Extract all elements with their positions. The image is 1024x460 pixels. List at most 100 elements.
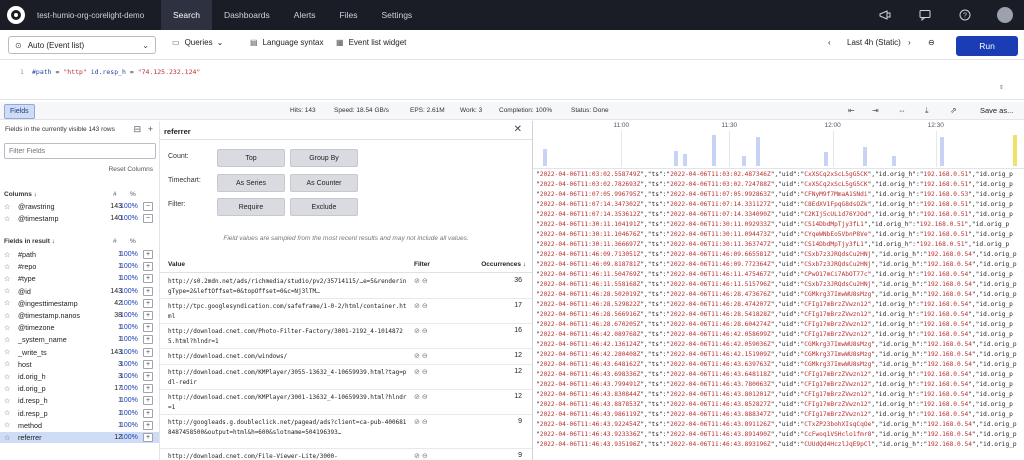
log-row[interactable]: "2022-04-06T11:46:43.986119Z","ts":"2022…: [536, 410, 1013, 420]
zoom-out-button[interactable]: ⊖: [928, 38, 935, 47]
include-icon[interactable]: ⊘: [414, 453, 420, 460]
include-icon[interactable]: ⊘: [414, 353, 420, 360]
exclude-icon[interactable]: ⊖: [422, 419, 428, 426]
field-row[interactable]: ☆ referrer 12 100% +: [0, 432, 159, 443]
star-icon[interactable]: ☆: [4, 215, 10, 223]
user-avatar[interactable]: [996, 6, 1014, 24]
star-icon[interactable]: ☆: [4, 385, 10, 393]
field-row[interactable]: ☆ @rawstring 143 100% −: [0, 201, 159, 212]
exclude-icon[interactable]: ⊖: [422, 453, 428, 460]
field-row[interactable]: ☆ _write_ts 143 100% +: [0, 347, 159, 358]
resize-handle-icon[interactable]: ⇕: [999, 82, 1004, 91]
log-row[interactable]: "2022-04-06T11:46:42.280408Z","ts":"2022…: [536, 350, 1017, 360]
close-icon[interactable]: ✕: [514, 124, 522, 135]
collapse-icon[interactable]: ⊟: [134, 124, 142, 134]
event-list-widget-button[interactable]: ▦ Event list widget: [336, 38, 406, 47]
add-column-icon[interactable]: +: [143, 396, 153, 406]
megaphone-icon[interactable]: [876, 6, 894, 24]
event-histogram[interactable]: 11:00 11:30 12:00 12:30: [533, 121, 1024, 169]
log-row[interactable]: "2022-04-06T11:46:42.089768Z","ts":"2022…: [536, 330, 1013, 340]
fields-in-result-heading[interactable]: Fields in result ↓: [4, 238, 55, 245]
wrap-icon[interactable]: ⇔: [898, 106, 906, 115]
field-row[interactable]: ☆ @id 143 100% +: [0, 286, 159, 297]
histogram-bar[interactable]: [824, 152, 828, 166]
exclude-button[interactable]: Exclude: [290, 198, 358, 216]
event-list[interactable]: "2022-04-06T11:03:02.558749Z","ts":"2022…: [533, 170, 1024, 460]
share-icon[interactable]: ⇗: [950, 106, 957, 115]
star-icon[interactable]: ☆: [4, 299, 10, 307]
star-icon[interactable]: ☆: [4, 360, 10, 368]
reset-columns-link[interactable]: Reset Columns: [109, 166, 153, 173]
exclude-icon[interactable]: ⊖: [422, 328, 428, 335]
field-row[interactable]: ☆ #repo 1 100% +: [0, 261, 159, 272]
value-row[interactable]: http://googleads.g.doubleclick.net/pagea…: [160, 415, 532, 449]
log-row[interactable]: "2022-04-06T11:46:43.698336Z","ts":"2022…: [536, 370, 1013, 380]
value-column-header[interactable]: Value: [168, 261, 185, 268]
histogram-bar[interactable]: [683, 154, 688, 166]
log-row[interactable]: "2022-04-06T11:46:28.670205Z","ts":"2022…: [536, 320, 1013, 330]
as-counter-button[interactable]: As Counter: [290, 174, 358, 192]
add-column-icon[interactable]: +: [143, 286, 153, 296]
histogram-bar[interactable]: [1013, 135, 1018, 166]
column-width-icon[interactable]: ⇤: [848, 106, 855, 115]
field-row[interactable]: ☆ @timezone 1 100% +: [0, 322, 159, 333]
histogram-bar[interactable]: [862, 147, 867, 166]
mode-select[interactable]: ⊙ Auto (Event list) ⌄: [8, 36, 156, 54]
time-range-picker[interactable]: Last 4h (Static): [847, 38, 901, 47]
occurrences-column-header[interactable]: Occurrences ↓: [481, 261, 526, 268]
time-prev-button[interactable]: ‹: [828, 38, 831, 47]
include-icon[interactable]: ⊘: [414, 369, 420, 376]
histogram-bar[interactable]: [673, 150, 678, 166]
field-row[interactable]: ☆ @ingesttimestamp 42 100% +: [0, 298, 159, 309]
log-row[interactable]: "2022-04-06T11:46:09.818781Z","ts":"2022…: [536, 260, 1017, 270]
log-row[interactable]: "2022-04-06T11:03:02.558749Z","ts":"2022…: [536, 170, 1013, 180]
log-row[interactable]: "2022-04-06T11:07:14.347302Z","ts":"2022…: [536, 200, 1013, 210]
top-button[interactable]: Top: [217, 149, 285, 167]
exclude-icon[interactable]: ⊖: [422, 278, 428, 285]
field-row[interactable]: ☆ #path 1 100% +: [0, 249, 159, 260]
include-icon[interactable]: ⊘: [414, 303, 420, 310]
repository-name[interactable]: test-humio-org-corelight-demo: [37, 11, 145, 20]
log-row[interactable]: "2022-04-06T11:30:11.366697Z","ts":"2022…: [536, 240, 1009, 250]
remove-column-icon[interactable]: −: [143, 202, 153, 211]
star-icon[interactable]: ☆: [4, 434, 10, 442]
value-row[interactable]: http://download.cnet.com/KMPlayer/3001-1…: [160, 390, 532, 415]
include-icon[interactable]: ⊘: [414, 419, 420, 426]
filter-fields-input[interactable]: [4, 143, 156, 159]
query-text[interactable]: #path = "http" id.resp_h = "74.125.232.1…: [32, 68, 200, 76]
field-row[interactable]: ☆ id.resp_h 1 100% +: [0, 395, 159, 406]
add-column-icon[interactable]: +: [143, 262, 153, 272]
value-row[interactable]: http://download.cnet.com/Photo-Filter-Fa…: [160, 324, 532, 349]
download-icon[interactable]: ⤓: [925, 106, 929, 116]
star-icon[interactable]: ☆: [4, 263, 10, 271]
exclude-icon[interactable]: ⊖: [422, 303, 428, 310]
save-as-button[interactable]: Save as...: [980, 106, 1013, 115]
language-syntax-button[interactable]: ▤ Language syntax: [250, 38, 324, 47]
field-row[interactable]: ☆ host 3 100% +: [0, 359, 159, 370]
value-row[interactable]: http://download.cnet.com/windows/ ⊘ ⊖ 12: [160, 349, 532, 365]
histogram-bar[interactable]: [741, 155, 746, 166]
star-icon[interactable]: ☆: [4, 336, 10, 344]
log-row[interactable]: "2022-04-06T11:46:11.504769Z","ts":"2022…: [536, 270, 1013, 280]
group-by-button[interactable]: Group By: [290, 149, 358, 167]
add-column-icon[interactable]: +: [143, 408, 153, 418]
field-row[interactable]: ☆ @timestamp.nanos 38 100% +: [0, 310, 159, 321]
chat-icon[interactable]: [916, 6, 934, 24]
field-row[interactable]: ☆ _system_name 1 100% +: [0, 334, 159, 345]
value-row[interactable]: http://s0.2mdn.net/ads/richmedia/studio/…: [160, 274, 532, 299]
as-series-button[interactable]: As Series: [217, 174, 285, 192]
humio-logo[interactable]: [7, 6, 25, 24]
time-next-button[interactable]: ›: [908, 38, 911, 47]
add-column-icon[interactable]: +: [143, 250, 153, 259]
add-icon[interactable]: +: [148, 124, 153, 134]
star-icon[interactable]: ☆: [4, 324, 10, 332]
log-row[interactable]: "2022-04-06T11:46:42.136124Z","ts":"2022…: [536, 340, 1017, 350]
log-row[interactable]: "2022-04-06T11:46:43.648162Z","ts":"2022…: [536, 360, 1017, 370]
log-row[interactable]: "2022-04-06T11:46:28.502019Z","ts":"2022…: [536, 290, 1017, 300]
add-column-icon[interactable]: +: [143, 335, 153, 345]
value-row[interactable]: http://tpc.googlesyndication.com/safefra…: [160, 299, 532, 324]
star-icon[interactable]: ☆: [4, 348, 10, 356]
add-column-icon[interactable]: +: [143, 274, 153, 284]
log-row[interactable]: "2022-04-06T11:46:43.799491Z","ts":"2022…: [536, 380, 1013, 390]
add-column-icon[interactable]: +: [143, 359, 153, 369]
